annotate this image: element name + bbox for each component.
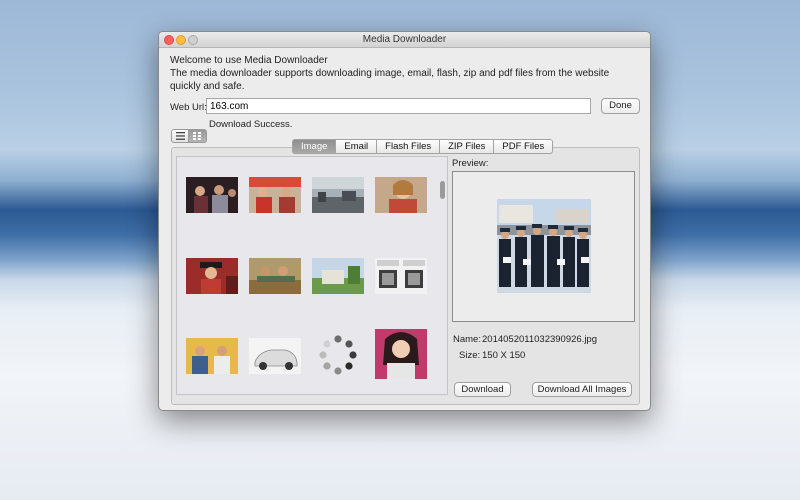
title-bar[interactable]: Media Downloader: [159, 32, 650, 48]
download-all-images-button[interactable]: Download All Images: [532, 382, 632, 397]
gallery-thumbnail[interactable]: [312, 177, 364, 213]
gallery-scrollbar[interactable]: [440, 181, 445, 199]
gallery-thumbnail[interactable]: [312, 258, 364, 294]
gallery-thumbnail[interactable]: [186, 258, 238, 294]
minimize-window-icon[interactable]: [176, 35, 186, 45]
gallery-thumbnail[interactable]: [375, 258, 427, 294]
size-label: Size:: [459, 350, 481, 361]
list-icon: [175, 132, 185, 140]
done-button[interactable]: Done: [601, 98, 640, 114]
tab-image[interactable]: Image: [292, 139, 337, 154]
preview-frame: [452, 171, 635, 322]
window-title: Media Downloader: [362, 34, 447, 45]
name-label: Name:: [453, 334, 481, 345]
web-url-input[interactable]: [206, 98, 591, 114]
main-window: Media Downloader Welcome to use Media Do…: [158, 31, 651, 411]
tab-pdf-files[interactable]: PDF Files: [494, 139, 554, 154]
grid-view-button[interactable]: [189, 129, 207, 143]
preview-image: [497, 199, 591, 293]
gallery-thumbnail[interactable]: [249, 177, 301, 213]
loading-spinner-icon: [312, 333, 364, 379]
file-size-value: 150 X 150: [482, 350, 526, 361]
view-mode-toggle[interactable]: [171, 129, 207, 143]
preview-label: Preview:: [452, 158, 489, 169]
gallery-thumbnail[interactable]: [186, 177, 238, 213]
close-window-icon[interactable]: [164, 35, 174, 45]
image-gallery[interactable]: [176, 156, 448, 395]
grid-icon: [193, 132, 201, 140]
gallery-thumbnail[interactable]: [186, 338, 238, 374]
gallery-thumbnail[interactable]: [375, 177, 427, 213]
web-url-label: Web Url:: [170, 102, 207, 113]
zoom-window-icon[interactable]: [188, 35, 198, 45]
tab-email[interactable]: Email: [336, 139, 378, 154]
download-button[interactable]: Download: [454, 382, 511, 397]
welcome-text: Welcome to use Media Downloader The medi…: [170, 54, 640, 93]
file-name-value: 20140520110323909​26.jpg: [482, 334, 597, 345]
welcome-description: The media downloader supports downloadin…: [170, 68, 610, 92]
gallery-thumbnail[interactable]: [249, 258, 301, 294]
gallery-thumbnail[interactable]: [375, 329, 427, 379]
list-view-button[interactable]: [171, 129, 189, 143]
welcome-heading: Welcome to use Media Downloader: [170, 55, 328, 66]
tab-zip-files[interactable]: ZIP Files: [440, 139, 495, 154]
status-text: Download Success.: [209, 119, 293, 130]
tab-flash-files[interactable]: Flash Files: [377, 139, 441, 154]
file-type-tabs: Image Email Flash Files ZIP Files PDF Fi…: [292, 139, 554, 154]
gallery-thumbnail[interactable]: [249, 338, 301, 374]
